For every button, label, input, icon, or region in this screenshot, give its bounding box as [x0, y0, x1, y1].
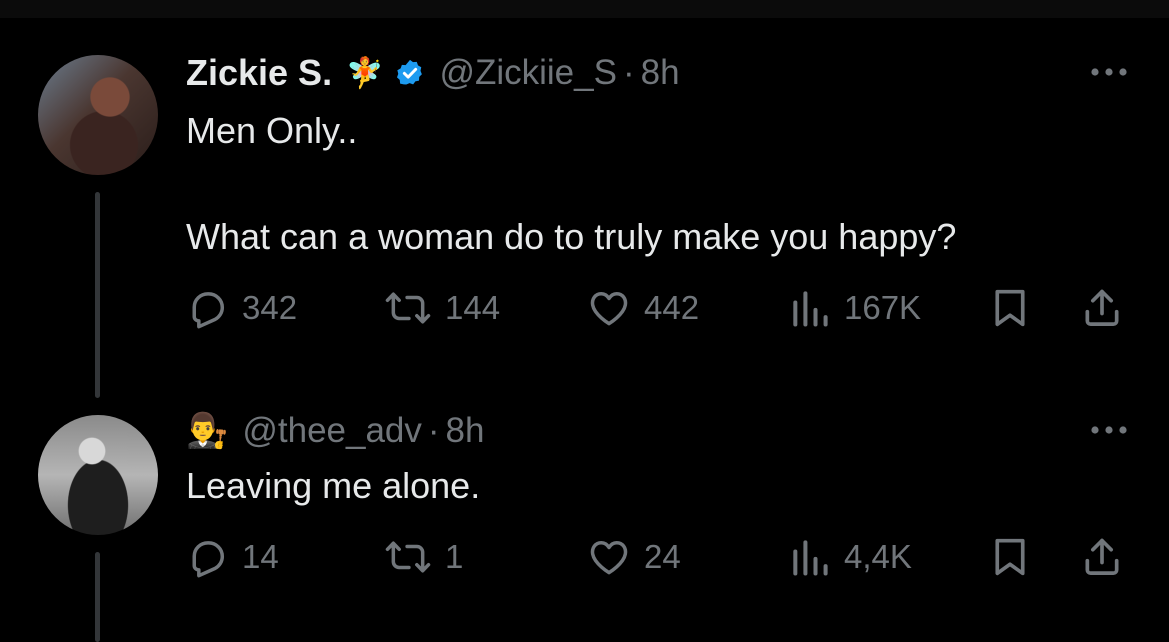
- heart-icon: [590, 540, 628, 575]
- retweet-button[interactable]: 1: [383, 535, 463, 579]
- like-count: 24: [644, 538, 681, 575]
- retweet-count: 1: [445, 538, 464, 575]
- timestamp[interactable]: 8h: [641, 53, 680, 93]
- share-button[interactable]: [1080, 286, 1124, 330]
- more-options-icon[interactable]: [1088, 62, 1130, 82]
- retweet-button[interactable]: 144: [383, 286, 500, 330]
- reply-icon: [192, 541, 225, 578]
- display-name[interactable]: Zickie S.: [186, 52, 332, 94]
- more-options-icon[interactable]: [1088, 420, 1130, 440]
- tweet-text-line: Men Only..: [186, 110, 358, 151]
- reply-count: 14: [242, 538, 279, 575]
- tweet2-header: 👨‍⚖️ @thee_adv · 8h: [186, 408, 484, 454]
- fairy-emoji: 🧚: [346, 56, 384, 90]
- user-handle[interactable]: @Zickiie_S: [439, 53, 617, 93]
- views-icon: [793, 291, 828, 327]
- separator-dot: ·: [622, 53, 635, 92]
- avatar-thee-adv[interactable]: [38, 415, 158, 535]
- thread-connector-line: [95, 192, 100, 398]
- thread-connector-line: [95, 552, 100, 642]
- retweet-icon: [385, 541, 431, 573]
- tweet1-header: Zickie S. 🧚 @Zickiie_S · 8h: [186, 50, 680, 96]
- reply-icon: [192, 292, 225, 329]
- retweet-count: 144: [445, 289, 501, 326]
- heart-icon: [590, 291, 628, 326]
- timestamp[interactable]: 8h: [446, 411, 485, 451]
- bookmark-button[interactable]: [990, 535, 1030, 579]
- separator-dot: ·: [427, 411, 440, 450]
- views-button[interactable]: 167K: [788, 286, 921, 330]
- tweet-text-line: What can a woman do to truly make you ha…: [186, 216, 957, 257]
- like-button[interactable]: 24: [586, 535, 681, 579]
- top-status-bar: [0, 0, 1169, 18]
- reply-button[interactable]: 14: [186, 535, 279, 579]
- views-icon: [793, 540, 828, 576]
- share-icon: [1085, 289, 1119, 326]
- reply-count: 342: [242, 289, 298, 326]
- views-count: 167K: [844, 289, 922, 326]
- share-button[interactable]: [1080, 535, 1124, 579]
- bookmark-button[interactable]: [990, 286, 1030, 330]
- views-count: 4,4K: [844, 538, 912, 575]
- like-button[interactable]: 442: [586, 286, 699, 330]
- user-handle[interactable]: @thee_adv: [242, 411, 422, 451]
- judge-emoji: 👨‍⚖️: [186, 412, 229, 450]
- like-count: 442: [644, 289, 700, 326]
- avatar-zickie[interactable]: [38, 55, 158, 175]
- verified-badge-icon[interactable]: [395, 58, 425, 88]
- bookmark-icon: [995, 289, 1025, 327]
- views-button[interactable]: 4,4K: [788, 535, 912, 579]
- bookmark-icon: [995, 538, 1025, 576]
- reply-button[interactable]: 342: [186, 286, 297, 330]
- retweet-icon: [385, 292, 431, 324]
- share-icon: [1085, 538, 1119, 575]
- tweet-text-line: Leaving me alone.: [186, 465, 481, 506]
